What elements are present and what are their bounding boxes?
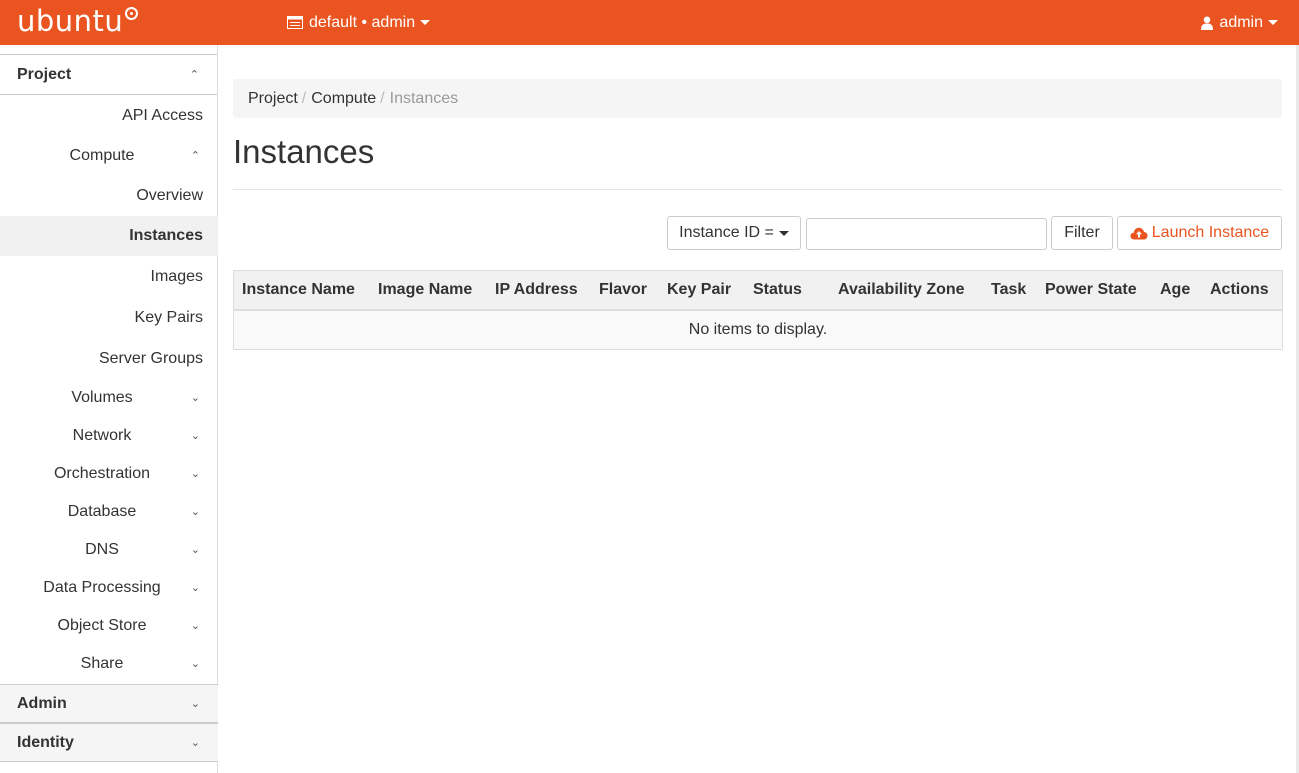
sidebar-item-label: Instances: [129, 227, 203, 244]
user-icon: [1201, 16, 1214, 30]
sidebar-item-instances[interactable]: Instances: [0, 216, 218, 256]
top-navbar: ubuntu default • admin admin: [0, 0, 1299, 45]
breadcrumb-separator: /: [380, 89, 385, 107]
sidebar-item-label: Share: [80, 655, 124, 672]
filter-field-label: Instance ID =: [679, 224, 774, 241]
sidebar-item-label: API Access: [122, 107, 203, 124]
column-header-actions: Actions: [1210, 281, 1269, 298]
chevron-down-icon: ⌄: [190, 620, 200, 632]
sidebar-item-label: Orchestration: [53, 465, 151, 482]
filter-input[interactable]: [806, 218, 1047, 250]
caret-down-icon: [1268, 20, 1278, 25]
chevron-down-icon: ⌄: [190, 737, 200, 749]
sidebar-item-label: Object Store: [57, 617, 147, 634]
breadcrumb-separator: /: [301, 89, 307, 107]
sidebar-item-label: Images: [150, 268, 203, 285]
sidebar-item-label: Volumes: [71, 389, 133, 406]
sidebar-item-label: Database: [67, 503, 137, 520]
sidebar-item-label: DNS: [85, 541, 119, 558]
sidebar-item-data-processing[interactable]: Data Processing ⌄: [0, 575, 218, 601]
column-header-availability-zone[interactable]: Availability Zone: [838, 271, 965, 309]
user-menu[interactable]: admin: [1201, 0, 1278, 45]
sidebar-section-identity[interactable]: Identity ⌄: [0, 723, 218, 762]
page-title: Instances: [233, 133, 375, 170]
sidebar-item-share[interactable]: Share ⌄: [0, 651, 218, 677]
sidebar-item-label: Network: [72, 427, 132, 444]
column-header-flavor[interactable]: Flavor: [599, 271, 647, 309]
sidebar-item-object-store[interactable]: Object Store ⌄: [0, 613, 218, 639]
sidebar-item-label: Data Processing: [43, 579, 161, 596]
sidebar: Project ⌃ API Access Compute ⌃ Overview …: [0, 45, 218, 773]
column-header-key-pair[interactable]: Key Pair: [667, 271, 731, 309]
ubuntu-logo[interactable]: ubuntu: [17, 3, 139, 39]
title-divider: [233, 189, 1282, 190]
circle-of-friends-icon: [125, 7, 139, 20]
sidebar-item-label: Compute: [69, 147, 135, 164]
launch-instance-label: Launch Instance: [1151, 224, 1270, 241]
sidebar-item-label: Server Groups: [98, 350, 203, 367]
chevron-up-icon: ⌃: [190, 150, 200, 162]
filter-button-label: Filter: [1064, 224, 1100, 241]
brand-name: ubuntu: [17, 4, 124, 38]
table-header: Instance Name Image Name IP Address Flav…: [234, 271, 1282, 311]
project-selector[interactable]: default • admin: [287, 0, 431, 45]
chevron-down-icon: ⌄: [190, 698, 200, 710]
cloud-upload-icon: [1130, 227, 1148, 240]
chevron-down-icon: ⌄: [190, 430, 200, 442]
column-header-image-name[interactable]: Image Name: [378, 271, 472, 309]
sidebar-item-key-pairs[interactable]: Key Pairs: [0, 305, 218, 331]
project-selector-label: default • admin: [309, 13, 416, 31]
sidebar-item-api-access[interactable]: API Access: [0, 103, 218, 129]
sidebar-item-label: Overview: [136, 187, 203, 204]
sidebar-section-label: Admin: [17, 694, 67, 712]
chevron-down-icon: ⌄: [190, 544, 200, 556]
sidebar-item-images[interactable]: Images: [0, 264, 218, 290]
chevron-down-icon: ⌄: [190, 582, 200, 594]
chevron-down-icon: ⌄: [190, 468, 200, 480]
sidebar-section-label: Project: [17, 65, 72, 83]
sidebar-section-admin[interactable]: Admin ⌄: [0, 684, 218, 723]
sidebar-item-overview[interactable]: Overview: [0, 183, 218, 209]
sidebar-section-label: Identity: [17, 733, 74, 751]
sidebar-item-network[interactable]: Network ⌄: [0, 423, 218, 449]
chevron-down-icon: ⌄: [190, 658, 200, 670]
chevron-down-icon: ⌄: [190, 392, 200, 404]
column-header-power-state[interactable]: Power State: [1045, 271, 1137, 309]
sidebar-item-dns[interactable]: DNS ⌄: [0, 537, 218, 563]
user-menu-label: admin: [1219, 13, 1263, 31]
sidebar-item-database[interactable]: Database ⌄: [0, 499, 218, 525]
sidebar-item-orchestration[interactable]: Orchestration ⌄: [0, 461, 218, 487]
sidebar-divider: [0, 45, 217, 55]
column-header-instance-name[interactable]: Instance Name: [242, 271, 355, 309]
sidebar-item-compute[interactable]: Compute ⌃: [0, 143, 218, 169]
launch-instance-button[interactable]: Launch Instance: [1117, 216, 1282, 250]
sidebar-item-server-groups[interactable]: Server Groups: [0, 346, 218, 372]
breadcrumb: Project / Compute / Instances: [233, 79, 1282, 118]
column-header-status[interactable]: Status: [753, 271, 802, 309]
column-header-ip-address[interactable]: IP Address: [495, 271, 578, 309]
empty-table-message: No items to display.: [234, 311, 1282, 349]
filter-button[interactable]: Filter: [1051, 216, 1113, 250]
sidebar-section-project[interactable]: Project ⌃: [0, 55, 217, 95]
caret-down-icon: [778, 230, 789, 236]
project-list-icon: [287, 16, 303, 29]
sidebar-item-label: Key Pairs: [134, 309, 203, 326]
sidebar-item-volumes[interactable]: Volumes ⌄: [0, 385, 218, 411]
breadcrumb-compute[interactable]: Compute: [311, 90, 376, 108]
breadcrumb-current: Instances: [389, 89, 459, 107]
filter-field-dropdown[interactable]: Instance ID =: [667, 216, 801, 250]
chevron-down-icon: ⌄: [190, 506, 200, 518]
column-header-age[interactable]: Age: [1160, 271, 1190, 309]
column-header-task[interactable]: Task: [991, 271, 1026, 309]
instances-table: Instance Name Image Name IP Address Flav…: [233, 270, 1283, 350]
chevron-up-icon: ⌃: [189, 69, 199, 81]
breadcrumb-project[interactable]: Project: [248, 90, 298, 108]
caret-down-icon: [420, 20, 431, 25]
